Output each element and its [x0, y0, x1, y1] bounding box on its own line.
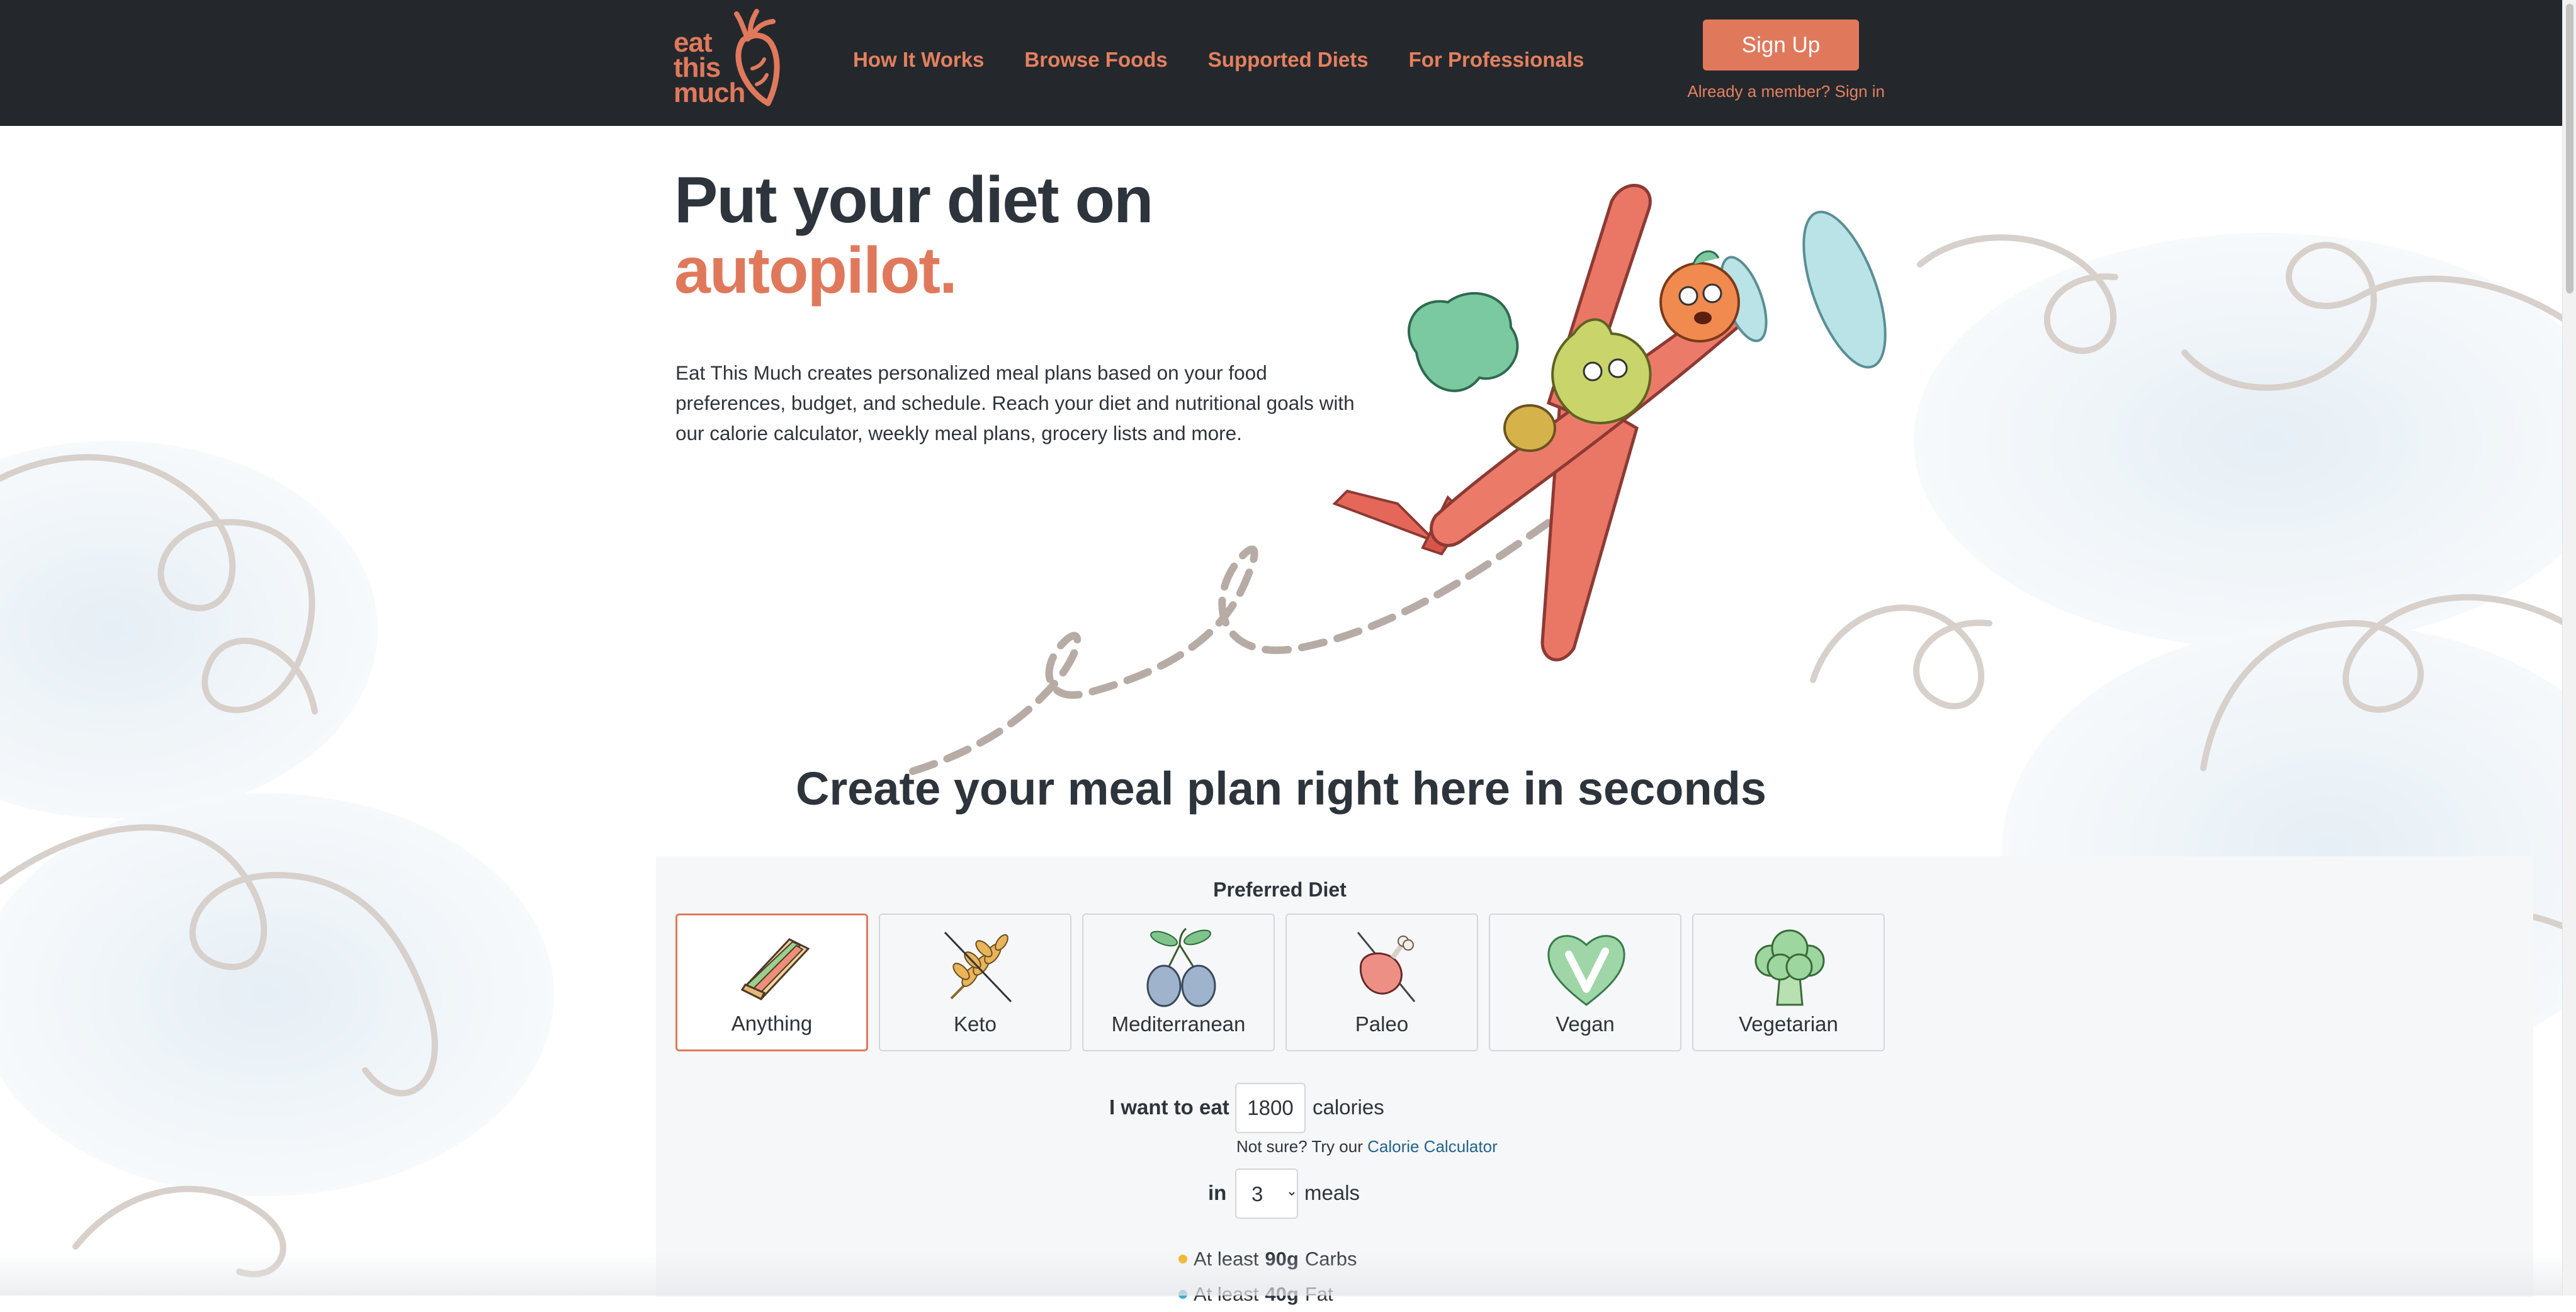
diet-label-mediterranean: Mediterranean — [1111, 1012, 1246, 1036]
olives-icon — [1146, 927, 1216, 1007]
hero-title: Put your diet on autopilot. — [674, 164, 1154, 307]
hero-title-line1: Put your diet on — [674, 164, 1154, 237]
meal-plan-title: Create your meal plan right here in seco… — [795, 762, 1767, 815]
diet-label-vegan: Vegan — [1556, 1012, 1615, 1036]
nav-how-it-works[interactable]: How It Works — [853, 48, 984, 72]
diet-label-keto: Keto — [954, 1012, 997, 1036]
preferred-diet-label: Preferred Diet — [1213, 878, 1347, 901]
carrot-icon — [734, 9, 780, 106]
calories-prefix: I want to eat — [1109, 1095, 1229, 1119]
bottom-fade — [0, 1253, 2562, 1296]
main-nav: How It Works Browse Foods Supported Diet… — [853, 48, 1584, 72]
meals-unit: meals — [1304, 1181, 1360, 1204]
diet-label-anything: Anything — [731, 1012, 813, 1035]
sandwich-icon — [740, 938, 810, 1001]
scrollbar-thumb[interactable] — [2566, 4, 2573, 293]
drumstick-icon — [1357, 932, 1416, 1002]
site-header: eat this much How It Works Browse Foods … — [0, 0, 2562, 126]
calories-unit: calories — [1313, 1095, 1384, 1119]
page-scrollbar[interactable] — [2562, 0, 2576, 1296]
wheat-crossed-icon — [944, 931, 1012, 1003]
diet-option-keto[interactable]: Keto — [879, 913, 1071, 1051]
diet-options: Anything Keto Mediterranean Paleo Vegan … — [675, 913, 1885, 1051]
nav-browse-foods[interactable]: Browse Foods — [1024, 48, 1167, 72]
diet-option-vegan[interactable]: Vegan — [1489, 913, 1681, 1051]
sign-up-button[interactable]: Sign Up — [1703, 20, 1859, 71]
hero-description: Eat This Much creates personalized meal … — [675, 361, 1355, 444]
calories-input[interactable] — [1235, 1083, 1306, 1133]
diet-option-vegetarian[interactable]: Vegetarian — [1692, 913, 1885, 1051]
diet-option-paleo[interactable]: Paleo — [1285, 913, 1478, 1051]
diet-label-vegetarian: Vegetarian — [1739, 1012, 1838, 1036]
sign-in-link[interactable]: Already a member? Sign in — [1677, 82, 1885, 101]
meals-row: in 3 meals — [656, 1168, 1904, 1219]
eat-this-much-logo[interactable]: eat this much — [674, 9, 799, 116]
diet-option-anything[interactable]: Anything — [675, 913, 868, 1051]
calorie-calculator-link[interactable]: Calorie Calculator — [1367, 1137, 1498, 1156]
nav-supported-diets[interactable]: Supported Diets — [1208, 48, 1369, 72]
meals-select[interactable]: 3 — [1235, 1168, 1298, 1219]
calories-row: I want to eat calories — [656, 1083, 1904, 1133]
meals-prefix: in — [1208, 1181, 1227, 1204]
vegan-heart-icon — [1547, 935, 1625, 1006]
meal-plan-panel: Preferred Diet Anything Keto Mediterrane… — [656, 856, 2533, 1305]
diet-label-paleo: Paleo — [1355, 1012, 1409, 1036]
calorie-help-text: Not sure? Try our Calorie Calculator — [1236, 1137, 1498, 1156]
nav-for-professionals[interactable]: For Professionals — [1409, 48, 1585, 72]
diet-option-mediterranean[interactable]: Mediterranean — [1082, 913, 1275, 1051]
broccoli-icon — [1754, 929, 1825, 1006]
hero-title-accent: autopilot. — [674, 234, 958, 307]
